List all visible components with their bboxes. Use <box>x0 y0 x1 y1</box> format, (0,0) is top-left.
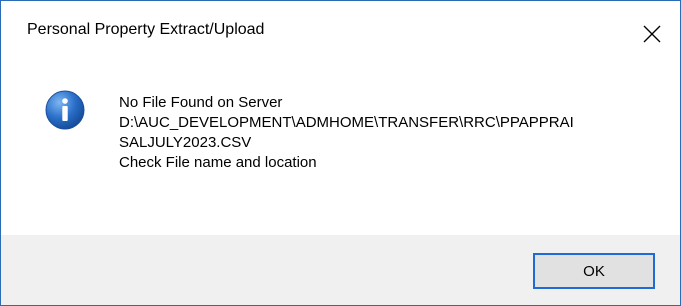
title-bar[interactable]: Personal Property Extract/Upload <box>1 1 680 63</box>
message-line: SALJULY2023.CSV <box>119 134 252 151</box>
message-line: D:\AUC_DEVELOPMENT\ADMHOME\TRANSFER\RRC\… <box>119 114 574 131</box>
message-text: No File Found on Server D:\AUC_DEVELOPME… <box>119 93 574 173</box>
close-icon <box>643 25 661 43</box>
message-line: No File Found on Server <box>119 94 283 111</box>
info-icon <box>45 90 85 130</box>
button-bar: OK <box>1 235 680 305</box>
dialog-body: No File Found on Server D:\AUC_DEVELOPME… <box>1 63 680 235</box>
message-line: Check File name and location <box>119 154 317 171</box>
message-dialog: Personal Property Extract/Upload No File… <box>0 0 681 306</box>
close-button[interactable] <box>624 1 680 63</box>
dialog-title: Personal Property Extract/Upload <box>27 21 265 38</box>
ok-button[interactable]: OK <box>533 253 655 289</box>
